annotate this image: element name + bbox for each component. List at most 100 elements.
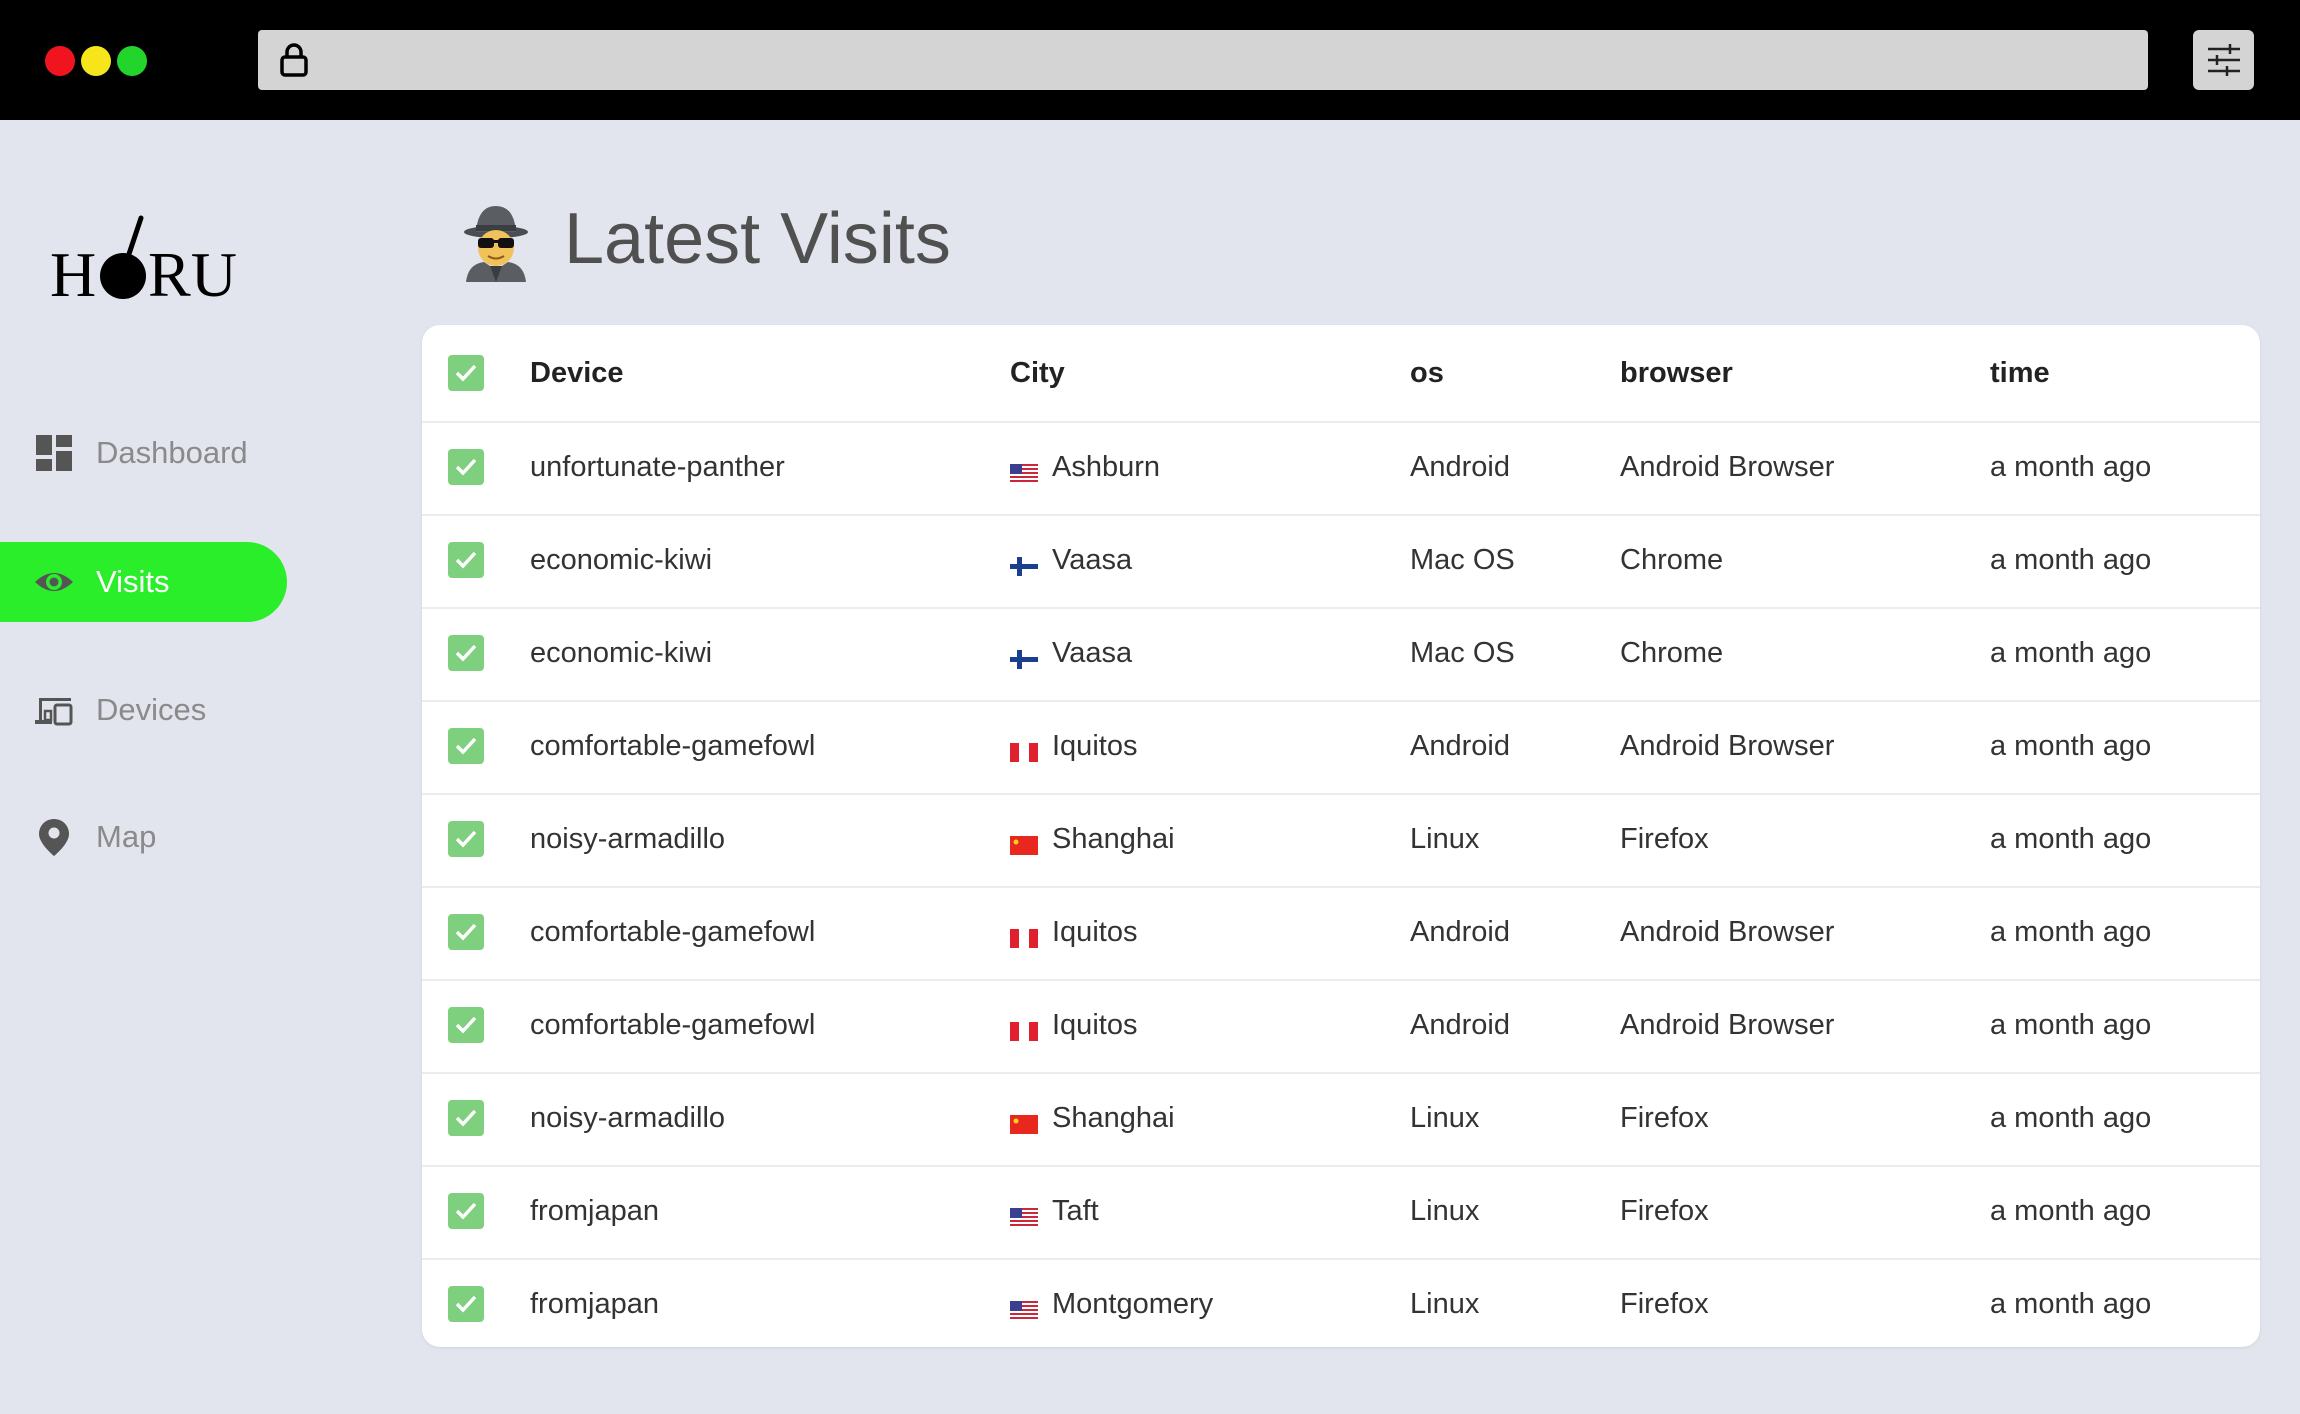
cell-city: Vaasa	[1010, 607, 1132, 700]
flag-us-icon	[1010, 458, 1038, 483]
row-checkbox[interactable]	[448, 635, 484, 671]
logo-graphic: H RU	[50, 215, 237, 310]
cell-city: Iquitos	[1010, 979, 1137, 1072]
flag-pe-icon	[1010, 737, 1038, 762]
cell-os: Linux	[1410, 1102, 1480, 1134]
column-header-city[interactable]: City	[1010, 325, 1065, 421]
cell-browser: Firefox	[1620, 1288, 1709, 1320]
cell-browser: Firefox	[1620, 1195, 1709, 1227]
cell-city: Ashburn	[1010, 421, 1160, 514]
cell-device: noisy-armadillo	[530, 1102, 726, 1134]
address-bar[interactable]	[258, 30, 2148, 90]
check-icon	[455, 1109, 477, 1127]
city-name: Iquitos	[1052, 730, 1138, 762]
row-checkbox[interactable]	[448, 914, 484, 950]
browser-toolbar	[0, 0, 2300, 120]
cell-browser: Firefox	[1620, 823, 1709, 855]
cell-browser: Android Browser	[1620, 1009, 1835, 1041]
cell-browser: Android Browser	[1620, 730, 1835, 762]
cell-device: fromjapan	[530, 1195, 659, 1227]
table-row[interactable]: unfortunate-panther Ashburn Android Android…	[422, 421, 2260, 516]
window-minimize-button[interactable]	[81, 46, 111, 76]
row-checkbox[interactable]	[448, 1193, 484, 1229]
table-row[interactable]: comfortable-gamefowl Iquitos Android Androi…	[422, 886, 2260, 981]
cell-time: a month ago	[1990, 637, 2152, 669]
cell-time: a month ago	[1990, 1288, 2152, 1320]
horu-logo[interactable]: H RU	[50, 212, 240, 312]
cell-city: Iquitos	[1010, 700, 1137, 793]
column-header-time[interactable]: time	[1990, 325, 2050, 421]
cell-time: a month ago	[1990, 823, 2152, 855]
cell-device: economic-kiwi	[530, 637, 713, 669]
city-name: Vaasa	[1052, 544, 1133, 576]
svg-text:H: H	[50, 239, 96, 310]
row-checkbox[interactable]	[448, 1286, 484, 1322]
city-name: Montgomery	[1052, 1288, 1214, 1320]
window-maximize-button[interactable]	[117, 46, 147, 76]
check-icon	[455, 551, 477, 569]
table-row[interactable]: comfortable-gamefowl Iquitos Android Androi…	[422, 700, 2260, 795]
check-icon	[455, 364, 477, 382]
sidebar-item-visits[interactable]: Visits	[0, 542, 287, 622]
cell-browser: Chrome	[1620, 637, 1724, 669]
cell-time: a month ago	[1990, 1102, 2152, 1134]
row-checkbox[interactable]	[448, 821, 484, 857]
cell-device: comfortable-gamefowl	[530, 1009, 816, 1041]
row-checkbox[interactable]	[448, 728, 484, 764]
table-row[interactable]: comfortable-gamefowl Iquitos Android Androi…	[422, 979, 2260, 1074]
cell-time: a month ago	[1990, 730, 2152, 762]
cell-time: a month ago	[1990, 1009, 2152, 1041]
dashboard-icon	[36, 435, 72, 471]
cell-city: Vaasa	[1010, 514, 1132, 607]
sidebar-item-label: Dashboard	[96, 435, 248, 470]
cell-time: a month ago	[1990, 544, 2152, 576]
cell-device: comfortable-gamefowl	[530, 916, 816, 948]
cell-browser: Firefox	[1620, 1102, 1709, 1134]
cell-city: Iquitos	[1010, 886, 1137, 979]
cell-browser: Chrome	[1620, 544, 1724, 576]
cell-os: Android	[1410, 451, 1510, 483]
table-row[interactable]: noisy-armadillo Shanghai Linux Firefox a mon…	[422, 1072, 2260, 1167]
cell-os: Mac OS	[1410, 544, 1515, 576]
sidebar-item-label: Map	[96, 819, 157, 854]
cell-city: Shanghai	[1010, 1072, 1175, 1165]
check-icon	[455, 737, 477, 755]
cell-time: a month ago	[1990, 451, 2152, 483]
row-checkbox[interactable]	[448, 542, 484, 578]
row-checkbox[interactable]	[448, 1100, 484, 1136]
table-row[interactable]: noisy-armadillo Shanghai Linux Firefox a mon…	[422, 793, 2260, 888]
sidebar-item-label: Visits	[96, 564, 170, 599]
browser-settings-button[interactable]	[2193, 30, 2254, 90]
table-row[interactable]: economic-kiwi Vaasa Mac OS Chrome a month ag…	[422, 607, 2260, 702]
flag-us-icon	[1010, 1202, 1038, 1227]
flag-fi-icon	[1010, 644, 1038, 669]
column-header-device[interactable]: Device	[530, 325, 624, 421]
row-checkbox[interactable]	[448, 1007, 484, 1043]
city-name: Iquitos	[1052, 1009, 1138, 1041]
row-checkbox[interactable]	[448, 449, 484, 485]
column-header-browser[interactable]: browser	[1620, 325, 1733, 421]
cell-city: Shanghai	[1010, 793, 1175, 886]
table-row[interactable]: economic-kiwi Vaasa Mac OS Chrome a month ag…	[422, 514, 2260, 609]
check-icon	[455, 1016, 477, 1034]
cell-os: Android	[1410, 730, 1510, 762]
table-row[interactable]: fromjapan Montgomery Linux Firefox a month a…	[422, 1258, 2260, 1347]
city-name: Iquitos	[1052, 916, 1138, 948]
column-header-os[interactable]: os	[1410, 325, 1444, 421]
page-title: Latest Visits	[564, 199, 951, 279]
table-row[interactable]: fromjapan Taft Linux Firefox a month ago	[422, 1165, 2260, 1260]
window-close-button[interactable]	[45, 46, 75, 76]
sidebar-item-devices[interactable]: Devices	[0, 670, 287, 750]
cell-time: a month ago	[1990, 916, 2152, 948]
city-name: Taft	[1052, 1195, 1099, 1227]
city-name: Shanghai	[1052, 823, 1175, 855]
sidebar-item-dashboard[interactable]: Dashboard	[0, 413, 287, 493]
flag-fi-icon	[1010, 551, 1038, 576]
sidebar-item-map[interactable]: Map	[0, 797, 287, 877]
flag-cn-icon	[1010, 1109, 1038, 1134]
table-header-row: Device City os browser time	[422, 325, 2260, 423]
cell-device: fromjapan	[530, 1288, 659, 1320]
select-all-checkbox[interactable]	[448, 355, 484, 391]
city-name: Shanghai	[1052, 1102, 1175, 1134]
cell-os: Linux	[1410, 1288, 1480, 1320]
